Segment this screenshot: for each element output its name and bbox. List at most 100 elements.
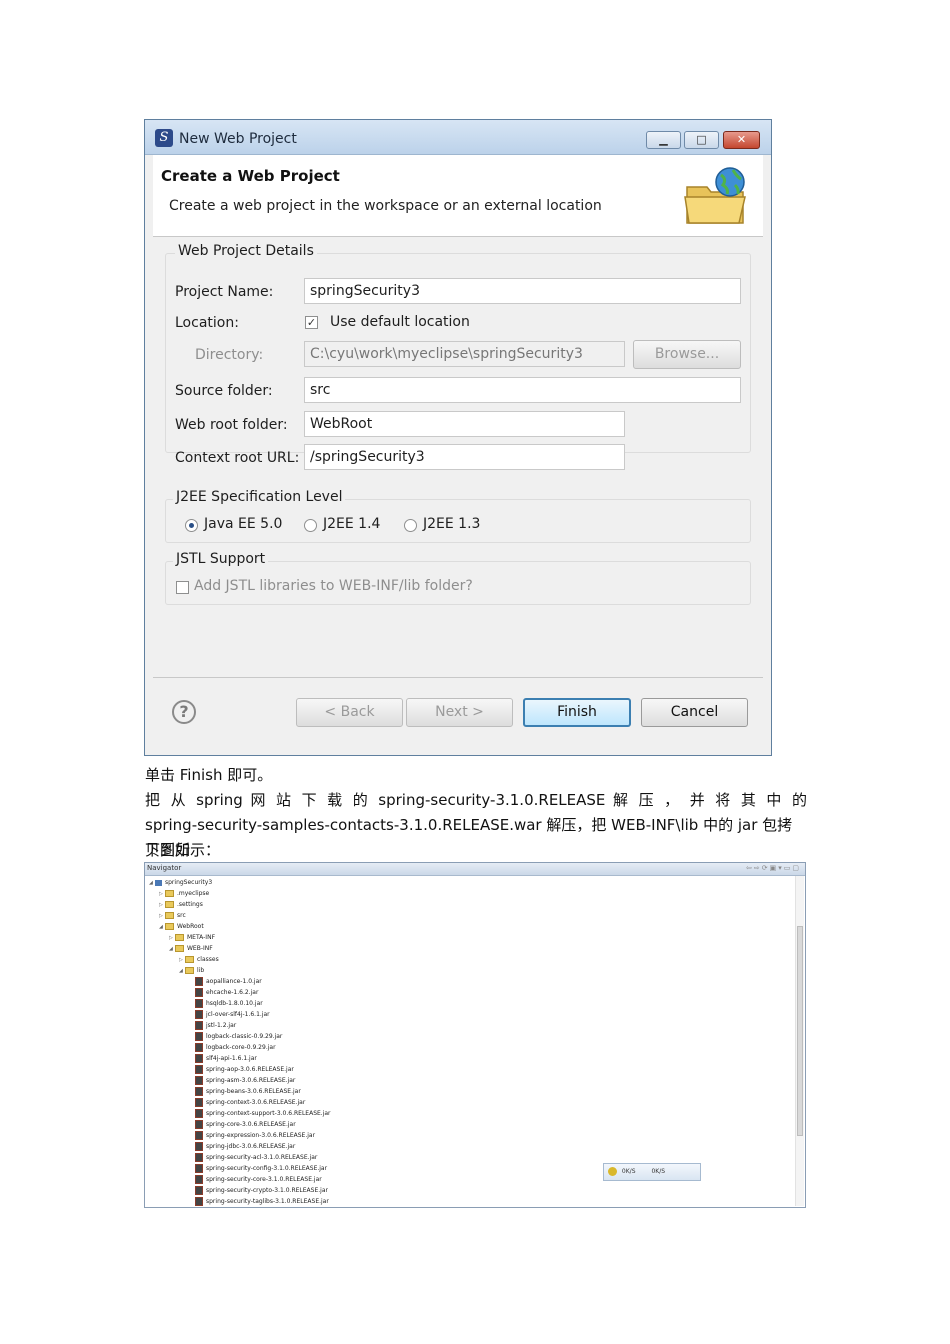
tree-item-jar[interactable]: spring-aop-3.0.6.RELEASE.jar [189,1064,294,1075]
jar-icon [195,1021,203,1030]
scrollbar-thumb[interactable] [797,926,803,1136]
tree-item-folder[interactable]: ◢ WEB-INF [169,943,213,954]
tree-item-jar[interactable]: slf4j-api-1.6.1.jar [189,1053,257,1064]
tree-item-label: jcl-over-slf4j-1.6.1.jar [206,1011,270,1018]
dialog-titlebar: S New Web Project ▁ □ ✕ [145,120,771,155]
tree-item-label: ehcache-1.6.2.jar [206,989,259,996]
tree-item-label: aopalliance-1.0.jar [206,978,262,985]
directory-input: C:\cyu\work\myeclipse\springSecurity3 [304,341,625,367]
tree-item-jar[interactable]: logback-classic-0.9.29.jar [189,1031,282,1042]
j2ee-1-3-radio[interactable] [404,519,417,532]
jar-icon [195,1142,203,1151]
jar-icon [195,1164,203,1173]
help-icon[interactable]: ? [172,700,196,724]
context-root-url-label: Context root URL: [175,450,300,466]
upload-speed: 0K/S [651,1168,666,1175]
java-ee-5-radio[interactable] [185,519,198,532]
tree-item-label: .myeclipse [177,890,210,897]
tree-item-label: WEB-INF [187,945,213,952]
j2ee-1-3-label: J2EE 1.3 [423,516,481,532]
navigator-tab[interactable]: Navigator [147,864,181,872]
tree-item-jar[interactable]: logback-core-0.9.29.jar [189,1042,276,1053]
navigator-scrollbar[interactable] [795,876,804,1206]
tree-item-jar[interactable]: spring-context-3.0.6.RELEASE.jar [189,1097,305,1108]
jar-icon [195,977,203,986]
project-icon [155,879,162,886]
close-button[interactable]: ✕ [723,131,760,149]
tree-item-folder[interactable]: ▷ src [159,910,186,921]
tree-item-jar[interactable]: hsqldb-1.8.0.10.jar [189,998,263,1009]
download-speed: 0K/S [621,1168,636,1175]
tree-item-label: spring-context-3.0.6.RELEASE.jar [206,1099,306,1106]
tree-item-jar[interactable]: spring-expression-3.0.6.RELEASE.jar [189,1130,315,1141]
tree-item-jar[interactable]: spring-jdbc-3.0.6.RELEASE.jar [189,1141,295,1152]
use-default-location-checkbox[interactable]: ✓ [305,316,318,329]
instruction-line-1: 单击 Finish 即可。 [145,766,273,784]
minimize-button[interactable]: ▁ [646,131,681,149]
tree-item-folder[interactable]: ◢ lib [179,965,204,976]
tree-item-label: hsqldb-1.8.0.10.jar [206,1000,263,1007]
tree-item-label: logback-classic-0.9.29.jar [206,1033,283,1040]
finish-button[interactable]: Finish [523,698,631,727]
j2ee-1-4-label: J2EE 1.4 [323,516,381,532]
tree-item-label: classes [197,956,219,963]
tree-item-jar[interactable]: spring-security-config-3.1.0.RELEASE.jar [189,1163,327,1174]
j2ee-1-4-radio[interactable] [304,519,317,532]
cancel-button[interactable]: Cancel [641,698,748,727]
tree-item-jar[interactable]: spring-security-core-3.1.0.RELEASE.jar [189,1174,322,1185]
tree-item-jar[interactable]: spring-security-acl-3.1.0.RELEASE.jar [189,1152,317,1163]
tree-item-label: spring-security-config-3.1.0.RELEASE.jar [206,1165,328,1172]
tree-item-jar[interactable]: jcl-over-slf4j-1.6.1.jar [189,1009,270,1020]
source-folder-input[interactable]: src [304,377,741,403]
tree-item-jar[interactable]: spring-core-3.0.6.RELEASE.jar [189,1119,296,1130]
wizard-content: Web Project Details Project Name: spring… [153,237,763,677]
project-name-label: Project Name: [175,284,274,300]
banner-description: Create a web project in the workspace or… [169,198,602,214]
browse-button: Browse... [633,340,741,369]
project-name-input[interactable]: springSecurity3 [304,278,741,304]
tree-item-folder[interactable]: ▷ .settings [159,899,203,910]
tree-item-label: jstl-1.2.jar [206,1022,237,1029]
tree-item-jar[interactable]: aopalliance-1.0.jar [189,976,262,987]
tree-item-folder[interactable]: ▷ META-INF [169,932,215,943]
tree-item-label: spring-security-acl-3.1.0.RELEASE.jar [206,1154,318,1161]
use-default-location-label: Use default location [330,314,470,330]
tree-item-label: spring-jdbc-3.0.6.RELEASE.jar [206,1143,296,1150]
jar-icon [195,1175,203,1184]
tree-item-label: logback-core-0.9.29.jar [206,1044,276,1051]
banner-title: Create a Web Project [161,167,340,185]
jar-icon [195,1076,203,1085]
location-label: Location: [175,315,239,331]
folder-icon [175,934,184,941]
tree-item-folder[interactable]: ▷ .myeclipse [159,888,209,899]
navigator-toolbar-icons[interactable]: ⇦⇨⟳▣▾▭▢ [746,864,801,872]
tree-item-jar[interactable]: ehcache-1.6.2.jar [189,987,258,998]
tree-item-label: spring-expression-3.0.6.RELEASE.jar [206,1132,316,1139]
tree-item-jar[interactable]: spring-beans-3.0.6.RELEASE.jar [189,1086,301,1097]
tree-item-jar[interactable]: spring-asm-3.0.6.RELEASE.jar [189,1075,295,1086]
context-root-url-input[interactable]: /springSecurity3 [304,444,625,470]
jar-icon [195,1197,203,1206]
jar-icon [195,1032,203,1041]
tree-item-jar[interactable]: spring-security-taglibs-3.1.0.RELEASE.ja… [189,1196,329,1207]
j2ee-specification-title: J2EE Specification Level [173,489,346,505]
directory-label: Directory: [195,347,264,363]
tree-item-label: spring-security-core-3.1.0.RELEASE.jar [206,1176,322,1183]
web-root-folder-label: Web root folder: [175,417,288,433]
instruction-line-2: 把 从 spring 网 站 下 载 的 spring-security-3.1… [145,791,807,809]
tree-item-folder[interactable]: ◢ springSecurity3 [149,877,212,888]
back-button: < Back [296,698,403,727]
web-root-folder-input[interactable]: WebRoot [304,411,625,437]
tree-item-folder[interactable]: ▷ classes [179,954,219,965]
jar-icon [195,1054,203,1063]
folder-icon [165,890,174,897]
jar-icon [195,1098,203,1107]
network-status-widget: 0K/S 0K/S [603,1163,701,1181]
maximize-button[interactable]: □ [684,131,719,149]
tree-item-jar[interactable]: jstl-1.2.jar [189,1020,236,1031]
folder-icon [185,956,194,963]
tree-item-jar[interactable]: spring-security-crypto-3.1.0.RELEASE.jar [189,1185,328,1196]
tree-item-label: spring-aop-3.0.6.RELEASE.jar [206,1066,294,1073]
tree-item-folder[interactable]: ◢ WebRoot [159,921,204,932]
tree-item-jar[interactable]: spring-context-support-3.0.6.RELEASE.jar [189,1108,331,1119]
